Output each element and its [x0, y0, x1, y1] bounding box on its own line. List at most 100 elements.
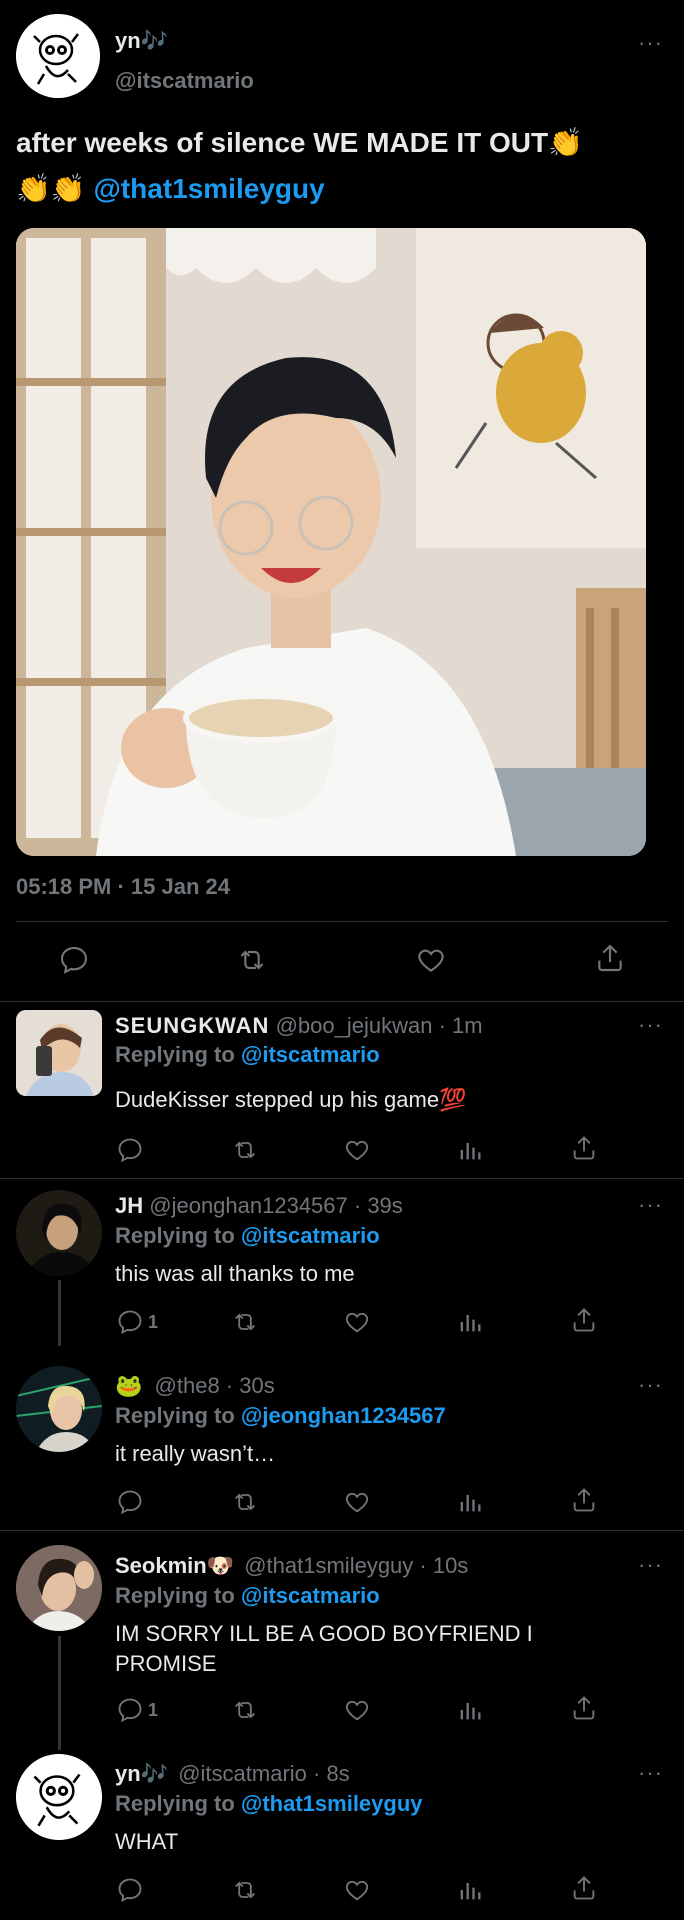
reply-button[interactable]: 1: [116, 1696, 158, 1724]
reply-button[interactable]: [116, 1488, 148, 1516]
reply-icon: [118, 1698, 142, 1723]
reply-meta[interactable]: @jeonghan1234567 · 39s: [149, 1193, 403, 1218]
main-tweet-text: after weeks of silence WE MADE IT OUT👏 👏…: [16, 120, 676, 212]
reply-name[interactable]: SEUNGKWAN: [115, 1013, 269, 1038]
thread-line: [58, 1280, 61, 1346]
views-icon: [460, 1495, 481, 1512]
main-retweet-button[interactable]: [235, 944, 269, 976]
more-icon[interactable]: ···: [638, 1554, 663, 1576]
share-button[interactable]: [570, 1306, 598, 1334]
main-handle[interactable]: @itscatmario: [115, 68, 254, 94]
main-share-button[interactable]: [594, 942, 626, 974]
main-avatar[interactable]: [16, 14, 100, 98]
reply-name[interactable]: 🐸: [115, 1373, 142, 1398]
reply-meta[interactable]: @the8 · 30s: [155, 1373, 275, 1398]
share-icon: [573, 1488, 595, 1512]
views-icon: [460, 1883, 481, 1900]
main-display-name[interactable]: yn🎶: [115, 28, 168, 54]
replying-to: Replying to @that1smileyguy: [115, 1791, 423, 1817]
views-icon: [460, 1315, 481, 1332]
reply-header: SEUNGKWAN @boo_jejukwan · 1m: [115, 1013, 483, 1039]
replying-to-link[interactable]: @jeonghan1234567: [241, 1403, 446, 1428]
replying-label: Replying to: [115, 1042, 241, 1067]
like-button[interactable]: [343, 1488, 371, 1516]
retweet-button[interactable]: [230, 1488, 260, 1516]
reply-icon: [118, 1490, 142, 1515]
share-button[interactable]: [570, 1134, 598, 1162]
retweet-icon: [235, 1313, 255, 1331]
reply-avatar[interactable]: [16, 1010, 102, 1096]
retweet-button[interactable]: [230, 1696, 260, 1724]
views-button[interactable]: [456, 1308, 484, 1336]
retweet-button[interactable]: [230, 1308, 260, 1336]
reply-text: DudeKisser stepped up his game💯: [115, 1087, 467, 1112]
like-button[interactable]: [343, 1876, 371, 1904]
like-button[interactable]: [343, 1136, 371, 1164]
retweet-icon: [240, 950, 264, 970]
more-icon[interactable]: ···: [638, 1374, 663, 1396]
share-button[interactable]: [570, 1874, 598, 1902]
thread-line: [58, 1636, 61, 1750]
retweet-icon: [235, 1493, 255, 1511]
like-icon: [345, 1700, 369, 1721]
retweet-icon: [235, 1141, 255, 1159]
like-button[interactable]: [343, 1696, 371, 1724]
replying-to: Replying to @itscatmario: [115, 1223, 380, 1249]
main-reply-button[interactable]: [58, 944, 90, 976]
more-icon[interactable]: ···: [638, 1762, 663, 1784]
more-icon[interactable]: ···: [638, 1194, 663, 1216]
share-icon: [598, 944, 622, 972]
reply-meta[interactable]: @that1smileyguy · 10s: [244, 1553, 468, 1578]
reply-avatar[interactable]: [16, 1190, 102, 1276]
reply-header: yn🎶 @itscatmario · 8s: [115, 1761, 350, 1787]
retweet-button[interactable]: [230, 1136, 260, 1164]
reply-name[interactable]: yn🎶: [115, 1761, 168, 1786]
reply-name[interactable]: JH: [115, 1193, 143, 1218]
share-button[interactable]: [570, 1694, 598, 1722]
reply-avatar[interactable]: [16, 1754, 102, 1840]
views-button[interactable]: [456, 1876, 484, 1904]
reply-name[interactable]: Seokmin🐶: [115, 1553, 234, 1578]
reply-avatar[interactable]: [16, 1366, 102, 1452]
views-button[interactable]: [456, 1136, 484, 1164]
replying-to: Replying to @jeonghan1234567: [115, 1403, 446, 1429]
views-icon: [460, 1143, 481, 1160]
main-timestamp: 05:18 PM · 15 Jan 24: [16, 874, 231, 899]
divider: [0, 1001, 684, 1002]
views-button[interactable]: [456, 1488, 484, 1516]
replying-to-link[interactable]: @itscatmario: [241, 1223, 380, 1248]
replying-to-link[interactable]: @that1smileyguy: [241, 1791, 423, 1816]
more-icon[interactable]: ···: [638, 32, 663, 54]
reply-header: JH @jeonghan1234567 · 39s: [115, 1193, 403, 1219]
like-icon: [345, 1880, 369, 1901]
main-mention-link[interactable]: @that1smileyguy: [94, 173, 325, 204]
reply-button[interactable]: [116, 1876, 148, 1904]
reply-text: IM SORRY ILL BE A GOOD BOYFRIEND I PROMI…: [115, 1621, 533, 1676]
retweet-button[interactable]: [230, 1876, 260, 1904]
reply-button[interactable]: [116, 1136, 148, 1164]
reply-text: this was all thanks to me: [115, 1261, 355, 1286]
reply-meta[interactable]: @boo_jejukwan · 1m: [276, 1013, 483, 1038]
share-button[interactable]: [570, 1486, 598, 1514]
divider: [0, 1530, 684, 1531]
reply-avatar[interactable]: [16, 1545, 102, 1631]
share-icon: [573, 1876, 595, 1900]
divider: [16, 921, 668, 922]
divider: [0, 1178, 684, 1179]
like-icon: [418, 949, 444, 972]
reply-header: Seokmin🐶 @that1smileyguy · 10s: [115, 1553, 468, 1579]
share-icon: [573, 1136, 595, 1160]
replying-to-link[interactable]: @itscatmario: [241, 1042, 380, 1067]
reply-meta[interactable]: @itscatmario · 8s: [178, 1761, 349, 1786]
tweet-photo[interactable]: [16, 228, 646, 856]
more-icon[interactable]: ···: [638, 1014, 663, 1036]
replying-to: Replying to @itscatmario: [115, 1042, 380, 1068]
views-button[interactable]: [456, 1696, 484, 1724]
replying-to-link[interactable]: @itscatmario: [241, 1583, 380, 1608]
retweet-icon: [235, 1701, 255, 1719]
reply-button[interactable]: 1: [116, 1308, 158, 1336]
reply-count: 1: [148, 1699, 159, 1720]
main-like-button[interactable]: [415, 944, 447, 976]
like-button[interactable]: [343, 1308, 371, 1336]
share-icon: [573, 1696, 595, 1720]
